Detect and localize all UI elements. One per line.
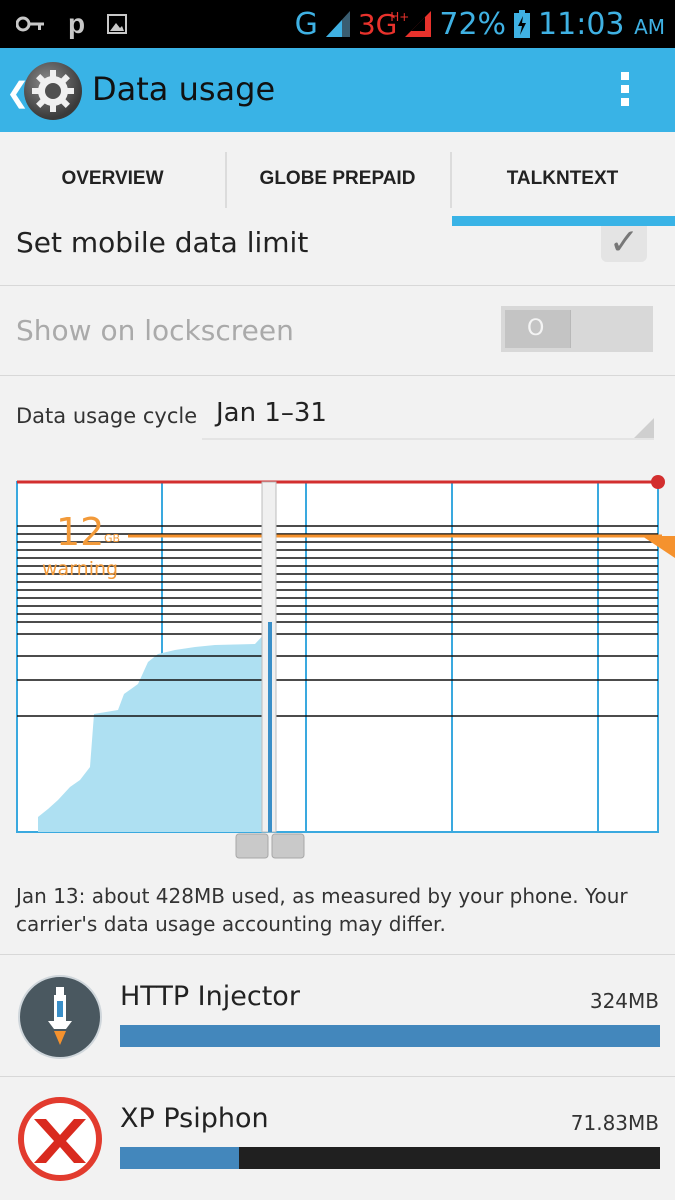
- overflow-menu-icon[interactable]: [621, 72, 631, 110]
- usage-cycle-row: Data usage cycle Jan 1–31: [0, 376, 675, 456]
- app-name: XP Psiphon: [120, 1103, 269, 1134]
- p-notification-icon: p: [68, 8, 86, 39]
- usage-note: Jan 13: about 428MB used, as measured by…: [16, 884, 628, 936]
- sweep-left-handle: [235, 833, 269, 859]
- lockscreen-toggle[interactable]: O: [501, 306, 653, 352]
- usage-bar: [120, 1025, 660, 1047]
- usage-bar: [120, 1147, 660, 1169]
- status-indicators: G 3G H+ 72% 11:03 AM: [295, 4, 665, 44]
- sweep-right-handle: [271, 833, 305, 859]
- warning-unit: GB: [104, 532, 121, 545]
- app-name: HTTP Injector: [120, 981, 300, 1012]
- settings-gear-icon[interactable]: [24, 62, 82, 120]
- tab-talkntext[interactable]: TALKNTEXT: [450, 132, 675, 226]
- tab-globe-prepaid[interactable]: GLOBE PREPAID: [225, 132, 450, 226]
- tab-overview[interactable]: OVERVIEW: [0, 132, 225, 226]
- app-usage-row[interactable]: HTTP Injector 324MB: [0, 954, 675, 1076]
- spinner-triangle-icon: [634, 418, 654, 438]
- sweep-current: [268, 622, 272, 832]
- mobile-data-limit-row[interactable]: Set mobile data limit ✓: [0, 225, 675, 286]
- usage-cycle-label: Data usage cycle: [16, 404, 198, 428]
- app-size: 324MB: [589, 989, 659, 1013]
- data-type: 3G H+: [357, 7, 410, 41]
- key-icon: [16, 16, 44, 32]
- lockscreen-label: Show on lockscreen: [16, 314, 294, 347]
- notification-icons: p: [16, 8, 128, 40]
- status-bar: p G 3G H+ 72% 11:03 AM: [0, 0, 675, 48]
- clock: 11:03 AM: [538, 6, 665, 42]
- usage-bar-fill: [120, 1025, 660, 1047]
- mobile-data-limit-label: Set mobile data limit: [16, 226, 309, 259]
- psiphon-x-icon: [18, 1097, 102, 1181]
- action-bar: ❮ Data usage: [0, 48, 675, 132]
- limit-handle: [651, 475, 665, 489]
- app-size: 71.83MB: [570, 1111, 659, 1135]
- tab-bar: OVERVIEW GLOBE PREPAID TALKNTEXT: [0, 132, 675, 226]
- usage-cycle-spinner[interactable]: Jan 1–31: [202, 394, 654, 440]
- toggle-thumb: O: [505, 310, 571, 348]
- network-type: G: [294, 6, 318, 42]
- image-icon: [107, 14, 128, 34]
- warning-label: warning: [42, 558, 119, 580]
- signal-icon: [325, 11, 350, 37]
- battery-percent: 72%: [439, 6, 507, 42]
- usage-cycle-value: Jan 1–31: [216, 398, 327, 428]
- page-title: Data usage: [92, 70, 276, 108]
- data-usage-chart: 12 GB warning: [0, 462, 675, 864]
- lockscreen-row[interactable]: Show on lockscreen O: [0, 286, 675, 376]
- usage-bar-fill: [120, 1147, 239, 1169]
- battery-icon: [514, 10, 531, 38]
- app-usage-row[interactable]: XP Psiphon 71.83MB: [0, 1076, 675, 1198]
- warning-value: 12: [56, 510, 105, 554]
- syringe-icon: [18, 975, 102, 1059]
- mobile-data-limit-checkbox[interactable]: ✓: [601, 225, 647, 262]
